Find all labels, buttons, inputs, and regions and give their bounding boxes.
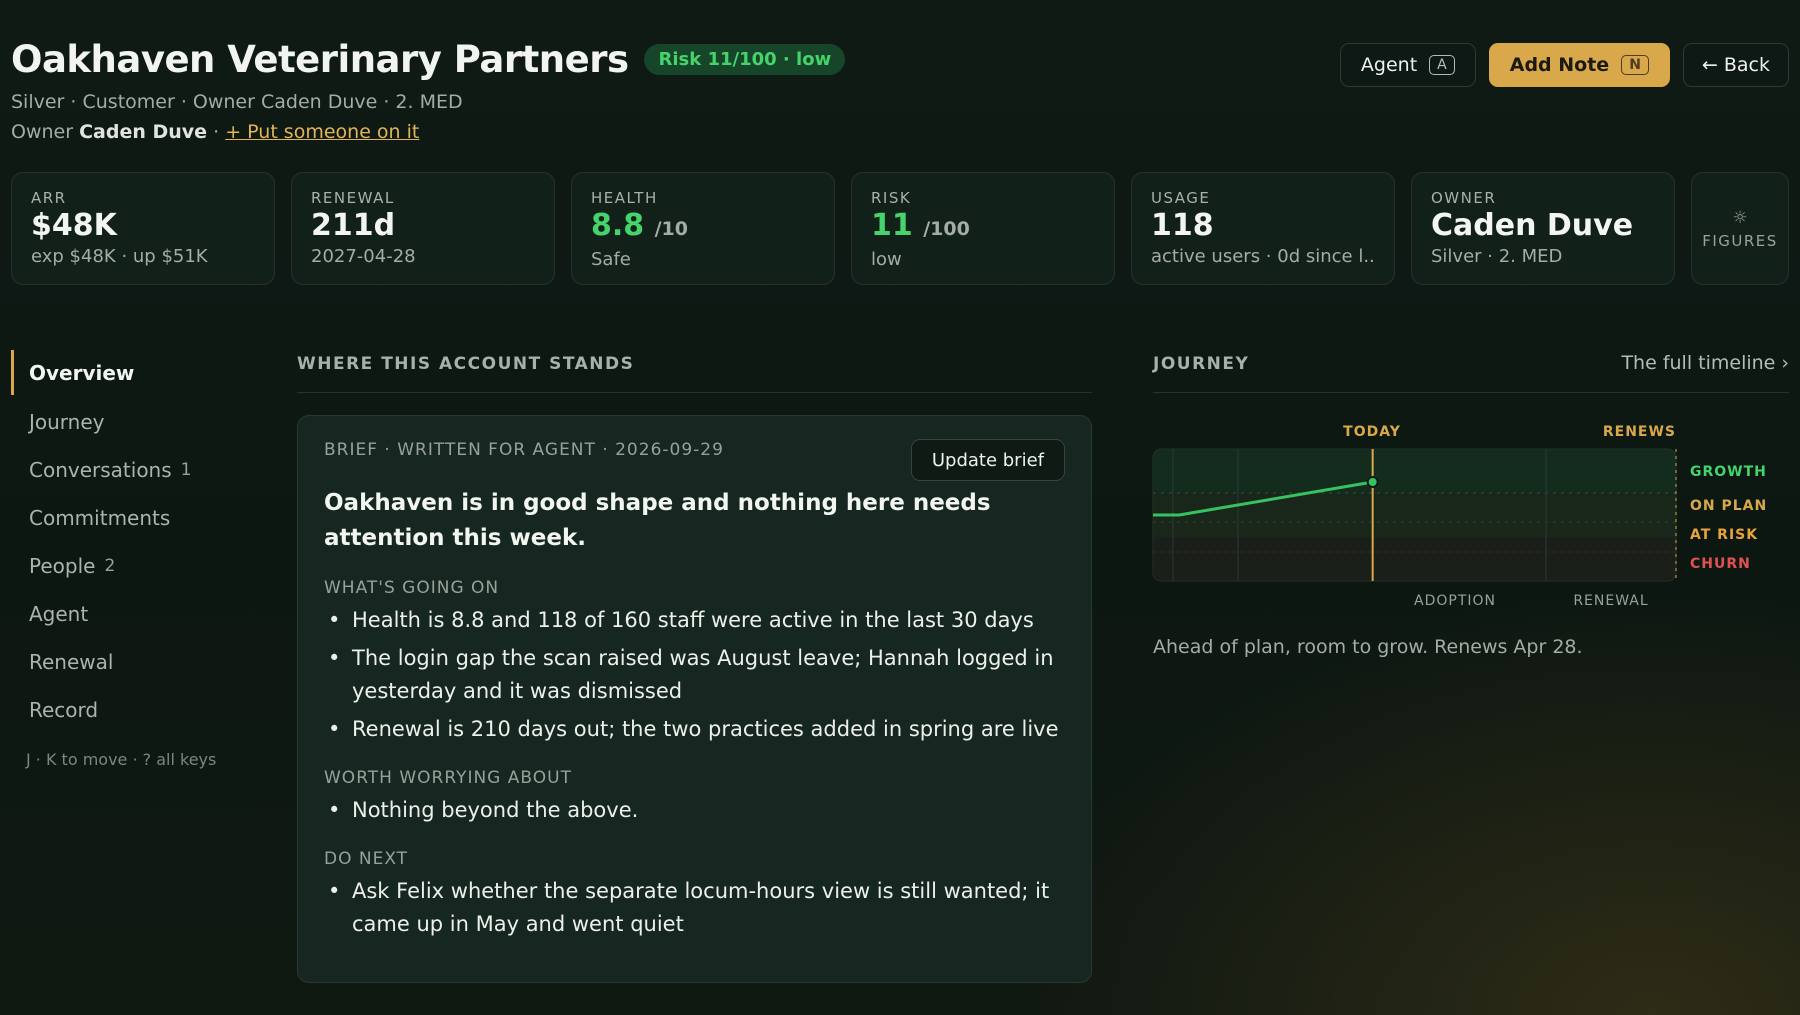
nav-count: 2 [104,556,116,576]
metric-card-owner[interactable]: OWNER Caden Duve Silver · 2. MED [1411,172,1675,285]
metric-value: $48K [31,208,117,243]
back-button[interactable]: ← Back [1682,43,1789,87]
band-growth [1153,449,1676,493]
phase-label-adoption: ADOPTION [1414,593,1496,609]
sun-icon: ☼ [1732,207,1748,228]
metric-sub: Silver · 2. MED [1431,246,1563,267]
agent-shortcut-key: A [1429,55,1455,75]
metric-sub: exp $48K · up $51K [31,246,208,267]
metric-label: RISK [871,189,912,207]
nav-item-people[interactable]: People 2 [11,542,241,590]
metric-sub: 2027-04-28 [311,246,416,267]
metric-sub: Safe [591,249,631,270]
owner-line: Owner Caden Duve · + Put someone on it [11,121,1791,143]
brief-list: Ask Felix whether the separate locum-hou… [324,875,1065,941]
back-button-label: ← Back [1701,54,1770,76]
add-note-button[interactable]: Add Note N [1488,43,1670,87]
today-point[interactable] [1366,476,1379,488]
account-subline: Silver · Customer · Owner Caden Duve · 2… [11,91,463,113]
list-item: The login gap the scan raised was August… [324,642,1065,708]
owner-prefix: Owner [11,121,74,143]
journey-divider [1153,392,1789,393]
metric-card-risk[interactable]: RISK 11 /100 low [851,172,1115,285]
metric-sub: low [871,249,902,270]
metric-label: HEALTH [591,189,658,207]
metric-card-renewal[interactable]: RENEWAL 211d 2027-04-28 [291,172,555,285]
keyboard-hint: J · K to move · ? all keys [26,750,217,769]
header-actions: Agent A Add Note N ← Back [1339,43,1789,87]
stands-heading: WHERE THIS ACCOUNT STANDS [297,354,635,374]
brief-list: Health is 8.8 and 118 of 160 staff were … [324,604,1065,746]
full-timeline-link[interactable]: The full timeline › [1621,352,1789,374]
nav-item-renewal[interactable]: Renewal [11,638,241,686]
owner-separator: · [207,121,226,143]
band-label-growth: GROWTH [1690,464,1767,480]
nav-item-record[interactable]: Record [11,686,241,734]
metric-value: 211d [311,208,396,243]
metric-label: RENEWAL [311,189,395,207]
update-brief-button[interactable]: Update brief [910,439,1065,481]
metric-card-usage[interactable]: USAGE 118 active users · 0d since l... [1131,172,1395,285]
brief-section-heading: WORTH WORRYING ABOUT [324,768,572,788]
renews-marker-label: RENEWS [1603,424,1676,440]
metric-label: OWNER [1431,189,1497,207]
today-marker-label: TODAY [1343,424,1401,440]
band-label-at-risk: AT RISK [1690,527,1758,543]
brief-section-heading: DO NEXT [324,849,409,869]
brief-section-heading: WHAT'S GOING ON [324,578,500,598]
journey-chart-svg: TODAY RENEWS GROWTH ON PLAN AT RISK CHUR… [1152,424,1767,609]
nav-item-journey[interactable]: Journey [11,398,241,446]
add-note-shortcut-key: N [1621,55,1649,75]
nav-count: 1 [180,460,192,480]
journey-chart: TODAY RENEWS GROWTH ON PLAN AT RISK CHUR… [1152,415,1792,615]
stands-divider [297,392,1092,393]
add-note-button-label: Add Note [1509,54,1610,76]
metric-value: 11 /100 [871,208,970,243]
list-item: Ask Felix whether the separate locum-hou… [324,875,1065,941]
band-label-churn: CHURN [1690,556,1751,572]
metric-value: 8.8 /10 [591,208,688,243]
phase-label-renewal: RENEWAL [1573,593,1648,609]
metric-cards: ARR $48K exp $48K · up $51K RENEWAL 211d… [11,172,1789,285]
journey-caption: Ahead of plan, room to grow. Renews Apr … [1153,636,1583,658]
figures-button[interactable]: ☼ FIGURES [1691,172,1789,285]
owner-name: Caden Duve [79,121,208,143]
list-item: Nothing beyond the above. [324,794,1065,827]
metric-label: ARR [31,189,67,207]
risk-badge: Risk 11/100 · low [644,44,846,75]
journey-heading: JOURNEY [1153,354,1250,374]
metric-sub: active users · 0d since l... [1151,246,1375,267]
band-label-on-plan: ON PLAN [1690,498,1767,514]
metric-card-arr[interactable]: ARR $48K exp $48K · up $51K [11,172,275,285]
metric-card-health[interactable]: HEALTH 8.8 /10 Safe [571,172,835,285]
nav-item-overview[interactable]: Overview [11,350,241,395]
list-item: Health is 8.8 and 118 of 160 staff were … [324,604,1065,637]
agent-button[interactable]: Agent A [1339,43,1476,87]
band-at-risk [1153,537,1676,581]
brief-headline: Oakhaven is in good shape and nothing he… [324,490,991,551]
metric-value: 118 [1151,208,1214,243]
nav-item-conversations[interactable]: Conversations 1 [11,446,241,494]
metric-value: Caden Duve [1431,208,1634,243]
metric-suffix: /100 [923,218,970,240]
metric-suffix: /10 [654,218,688,240]
list-item: Renewal is 210 days out; the two practic… [324,713,1065,746]
page-title: Oakhaven Veterinary Partners [11,38,629,81]
brief-list: Nothing beyond the above. [324,794,1065,827]
nav-item-commitments[interactable]: Commitments [11,494,241,542]
agent-button-label: Agent [1360,54,1418,76]
account-brief: BRIEF · WRITTEN FOR AGENT · 2026-09-29 U… [297,415,1092,983]
figures-label: FIGURES [1702,231,1778,250]
metric-label: USAGE [1151,189,1211,207]
section-nav: Overview Journey Conversations 1 Commitme… [11,350,241,769]
assign-owner-link[interactable]: + Put someone on it [225,121,419,143]
nav-item-agent[interactable]: Agent [11,590,241,638]
band-on-plan [1153,493,1676,537]
